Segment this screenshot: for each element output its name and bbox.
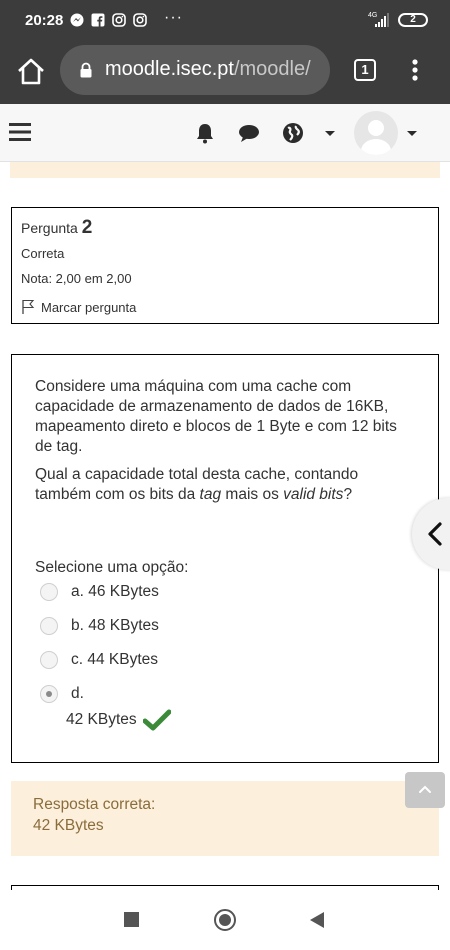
check-icon [142, 709, 171, 731]
question-paragraph-2: Qual a capacidade total desta cache, con… [35, 465, 400, 505]
recents-icon[interactable] [124, 912, 139, 927]
option-d-letter: d. [71, 685, 84, 702]
option-b-text: 48 KBytes [88, 617, 159, 634]
right-answer-label: Resposta correta: [33, 796, 156, 813]
option-a-text: 46 KBytes [88, 583, 159, 600]
option-c-radio[interactable] [40, 651, 58, 669]
option-d[interactable]: d. [40, 685, 84, 703]
page-content: Pergunta 2 Correta Nota: 2,00 em 2,00 Ma… [0, 162, 450, 890]
drawer-toggle-button[interactable] [412, 498, 450, 570]
option-c-letter: c. [71, 651, 84, 668]
option-d-radio[interactable] [40, 685, 58, 703]
avatar-icon [361, 120, 391, 155]
option-d-answer: 42 KBytes [66, 709, 171, 731]
messenger-icon [70, 13, 84, 27]
question-box: Considere uma máquina com uma cache com … [11, 354, 439, 763]
signal-icon: 4G [368, 12, 390, 28]
status-bar: 20:28 ··· 4G 2 [0, 0, 450, 42]
q2-part-b: mais os [221, 486, 284, 503]
battery-icon: 2 [398, 13, 428, 27]
battery-level: 2 [410, 14, 416, 25]
back-icon[interactable] [309, 911, 325, 929]
facebook-icon [91, 13, 105, 27]
home-nav-icon[interactable] [214, 909, 236, 931]
option-a-radio[interactable] [40, 583, 58, 601]
status-right: 4G 2 [368, 12, 428, 28]
question-info-box: Pergunta 2 Correta Nota: 2,00 em 2,00 Ma… [11, 207, 439, 324]
select-option-prompt: Selecione uma opção: [35, 559, 189, 576]
option-c-text: 44 KBytes [87, 651, 159, 668]
menu-icon[interactable] [9, 122, 31, 142]
question-grade: Nota: 2,00 em 2,00 [21, 271, 132, 286]
system-navigation-bar [0, 890, 450, 950]
q2-tag: tag [199, 486, 222, 503]
feedback-box: Resposta correta: 42 KBytes [11, 781, 439, 856]
chevron-down-icon[interactable] [324, 122, 336, 144]
flag-label: Marcar pergunta [41, 299, 137, 315]
instagram-icon [112, 13, 126, 27]
flag-icon [22, 299, 35, 314]
chat-icon[interactable] [238, 122, 260, 144]
question-title: Pergunta 2 [21, 217, 92, 239]
moodle-navbar [0, 104, 450, 162]
more-vert-icon[interactable] [405, 54, 425, 86]
option-a-letter: a. [71, 583, 84, 600]
question-state: Correta [21, 246, 65, 261]
option-b[interactable]: b. 48 KBytes [40, 617, 159, 635]
right-answer-value: 42 KBytes [33, 817, 104, 834]
status-time: 20:28 [25, 12, 64, 29]
option-b-radio[interactable] [40, 617, 58, 635]
notification-icons [70, 13, 147, 27]
instagram-icon-2 [133, 13, 147, 27]
question-label: Pergunta [21, 220, 78, 236]
previous-feedback-strip [10, 162, 440, 178]
user-menu-chevron-icon[interactable] [406, 122, 418, 144]
tab-switcher-button[interactable]: 1 [354, 59, 376, 81]
chevron-left-icon [428, 522, 442, 546]
home-icon[interactable] [15, 56, 47, 88]
avatar[interactable] [354, 111, 398, 155]
tab-count: 1 [361, 62, 369, 77]
option-a[interactable]: a. 46 KBytes [40, 583, 159, 601]
option-b-letter: b. [71, 617, 84, 634]
browser-toolbar: moodle.isec.pt/moodle/ 1 [0, 42, 450, 104]
q2-part-c: ? [343, 486, 353, 503]
q2-valid-bits: valid bits [283, 486, 344, 503]
globe-icon[interactable] [282, 122, 304, 144]
url-host: moodle.isec.pt [105, 58, 234, 80]
question-text: Considere uma máquina com uma cache com … [35, 377, 400, 513]
bell-icon[interactable] [194, 122, 216, 144]
back-to-top-button[interactable] [405, 772, 445, 808]
url-text: moodle.isec.pt/moodle/ [105, 58, 311, 81]
question-paragraph-1: Considere uma máquina com uma cache com … [35, 378, 397, 455]
lock-icon [80, 62, 92, 78]
more-notifications-icon: ··· [164, 9, 183, 26]
option-d-text: 42 KBytes [66, 711, 137, 728]
flag-question-link[interactable]: Marcar pergunta [21, 299, 136, 315]
option-c[interactable]: c. 44 KBytes [40, 651, 158, 669]
question-number: 2 [81, 217, 93, 238]
address-bar[interactable]: moodle.isec.pt/moodle/ [60, 45, 330, 95]
url-path: /moodle/ [233, 58, 311, 80]
chevron-up-icon [419, 785, 431, 793]
